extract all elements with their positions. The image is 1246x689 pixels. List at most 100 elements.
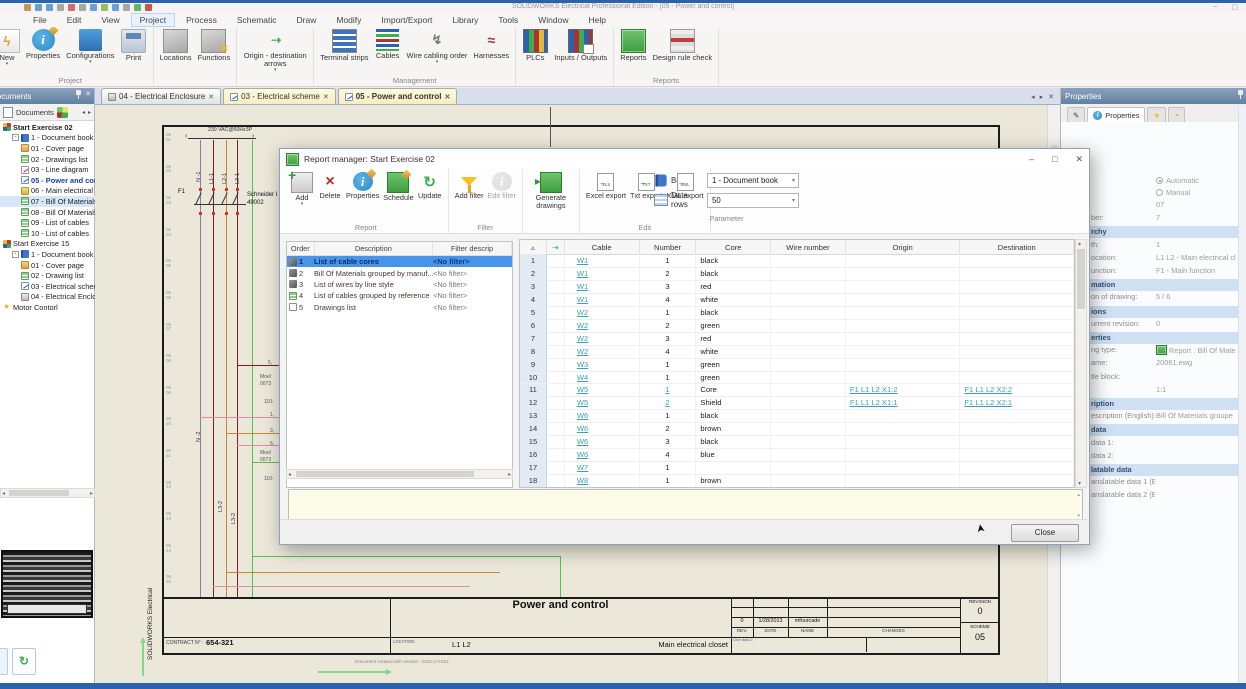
tree-item-04-electrical-enclosure[interactable]: 04 - Electrical Enclosure (0, 292, 95, 303)
qat-icon-6[interactable] (90, 4, 97, 11)
table-row-11[interactable]: 11W51CoreF1 L1 L2 X1:2F1 L1 L2 X2:2 (520, 384, 1074, 398)
expander-icon[interactable]: - (12, 251, 19, 258)
report-list-col-filter-descrip[interactable]: Filter descrip (433, 242, 512, 255)
ribbon-terminal-strips-button[interactable]: Terminal strips (317, 28, 371, 63)
qat-icon-8[interactable] (112, 4, 119, 11)
menu-window[interactable]: Window (529, 13, 577, 27)
tab-close-icon[interactable]: ✕ (323, 93, 329, 101)
menu-project[interactable]: Project (131, 13, 175, 27)
table-header-Cable[interactable]: Cable (565, 240, 640, 254)
table-link[interactable]: W1 (577, 256, 588, 265)
dialog-properties-button[interactable]: iProperties (344, 171, 381, 201)
qat-icon-2[interactable] (46, 4, 53, 11)
radio-manual[interactable]: Manual (1156, 188, 1190, 197)
tabs-close-icon[interactable]: ✕ (1048, 93, 1054, 101)
dialog-title-bar[interactable]: Report manager: Start Exercise 02 – □ ✕ (280, 149, 1089, 170)
drawing-preview-thumbnail[interactable] (1, 550, 93, 618)
ribbon-locations-button[interactable]: Locations (157, 28, 195, 63)
minimize-icon[interactable]: – (1213, 3, 1217, 11)
menu-modify[interactable]: Modify (327, 13, 370, 27)
menu-schematic[interactable]: Schematic (228, 13, 286, 27)
drawing-tab-2[interactable]: 03 - Electrical scheme✕ (223, 88, 336, 104)
table-header-⇥[interactable]: ⇥ (547, 240, 565, 254)
table-link[interactable]: W2 (577, 308, 588, 317)
table-link[interactable]: W6 (577, 437, 588, 446)
restore-icon[interactable]: ▢ (1231, 3, 1238, 11)
documents-tab[interactable]: Documents (16, 108, 54, 117)
refresh-button[interactable]: ↻ (12, 648, 36, 675)
dialog-excel-export-button[interactable]: XLSExcel export (584, 171, 628, 201)
close-button[interactable]: Close (1011, 524, 1079, 542)
ribbon-print-button[interactable]: Print (118, 28, 150, 63)
table-link[interactable]: W2 (577, 321, 588, 330)
tree-item-01-cover-page[interactable]: 01 - Cover page (0, 143, 95, 154)
tabs-scroll-right-icon[interactable]: ▸ (1040, 93, 1044, 101)
tree-item-02-drawings-list[interactable]: 02 - Drawings list (0, 154, 95, 165)
table-vertical-scrollbar[interactable]: ▴▾ (1075, 239, 1087, 488)
menu-help[interactable]: Help (580, 13, 615, 27)
pin-icon[interactable] (1238, 90, 1243, 99)
table-link[interactable]: F1 L1 L2 X1:1 (850, 398, 898, 407)
table-row-13[interactable]: 13W61black (520, 409, 1074, 423)
ribbon-inputs-outputs-button[interactable]: Inputs / Outputs (551, 28, 610, 63)
table-row-16[interactable]: 16W64blue (520, 448, 1074, 462)
table-row-8[interactable]: 8W24white (520, 345, 1074, 359)
qat-icon-11[interactable] (145, 4, 152, 11)
table-link[interactable]: W6 (577, 411, 588, 420)
table-link[interactable]: W8 (577, 476, 588, 485)
tree-item-1-document-book[interactable]: -1 - Document book (0, 249, 95, 260)
qat-icon-4[interactable] (68, 4, 75, 11)
table-link[interactable]: W6 (577, 424, 588, 433)
table-row-14[interactable]: 14W62brown (520, 422, 1074, 436)
dialog-close-icon[interactable]: ✕ (1075, 154, 1083, 165)
tab-history[interactable]: ◔ (1168, 107, 1185, 122)
tree-item-motor-contorl[interactable]: ★Motor Contorl (0, 302, 95, 313)
partial-button[interactable] (0, 648, 8, 675)
close-icon[interactable]: ✕ (85, 90, 91, 99)
ribbon-wire-cabling-order-button[interactable]: ↯Wire cabling order▾ (404, 28, 471, 65)
report-list-col-description[interactable]: Description (315, 242, 433, 255)
drawing-tab-1[interactable]: 04 - Electrical Enclosure✕ (101, 88, 221, 104)
tabs-scroll-left-icon[interactable]: ◂ (1031, 93, 1035, 101)
qat-icon-3[interactable] (57, 4, 64, 11)
table-row-15[interactable]: 15W63black (520, 435, 1074, 449)
table-header-Wire number[interactable]: Wire number (771, 240, 846, 254)
tree-item-03-electrical-scheme[interactable]: 03 - Electrical scheme (0, 281, 95, 292)
ribbon-harnesses-button[interactable]: ≈Harnesses (470, 28, 512, 61)
table-link[interactable]: F1 L1 L2 X1:2 (850, 385, 898, 394)
ribbon-cables-button[interactable]: Cables (372, 28, 404, 61)
dialog-maximize-icon[interactable]: □ (1052, 154, 1057, 164)
ribbon-origin-destination-arrows-button[interactable]: ⇢Origin - destination arrows▾ (240, 28, 310, 73)
tree-item-start-exercise-02[interactable]: Start Exercise 02 (0, 122, 95, 133)
table-row-6[interactable]: 6W22green (520, 319, 1074, 333)
qat-icon-7[interactable] (101, 4, 108, 11)
qat-icon-9[interactable] (123, 4, 130, 11)
tree-item-01-cover-page[interactable]: 01 - Cover page (0, 260, 95, 271)
menu-file[interactable]: File (24, 13, 56, 27)
tab-scroll-left-icon[interactable]: ◂ (82, 109, 85, 116)
properties-scrollbar[interactable] (1238, 105, 1246, 683)
tab-properties[interactable]: i Properties (1087, 107, 1145, 122)
table-link[interactable]: W3 (577, 360, 588, 369)
menu-process[interactable]: Process (177, 13, 226, 27)
report-list-hscrollbar[interactable]: ◂ ▸ (286, 469, 513, 479)
table-link[interactable]: F1 L1 L2 X2:2 (964, 385, 1012, 394)
tree-item-start-exercise-15[interactable]: Start Exercise 15 (0, 239, 95, 250)
dialog-delete-button[interactable]: ×Delete (316, 171, 344, 201)
tree-item-10-list-of-cables[interactable]: 10 - List of cables (0, 228, 95, 239)
table-link[interactable]: W4 (577, 373, 588, 382)
radio-automatic[interactable]: Automatic (1156, 176, 1199, 185)
menu-view[interactable]: View (92, 13, 128, 27)
dialog-minimize-icon[interactable]: – (1029, 154, 1034, 164)
dialog-add-filter-button[interactable]: Add filter (453, 171, 486, 201)
qat-icon-0[interactable] (24, 4, 31, 11)
table-header-Origin[interactable]: Origin (846, 240, 961, 254)
pin-icon[interactable] (76, 90, 81, 99)
table-link[interactable]: W5 (577, 385, 588, 394)
tab-edit[interactable]: ✎ (1067, 107, 1085, 122)
data-rows-select[interactable]: 50 (707, 193, 799, 208)
tree-item-1-document-book[interactable]: -1 - Document book (0, 133, 95, 144)
dialog-edit-filter-button[interactable]: iEdit filter (486, 171, 518, 201)
ribbon-new-button[interactable]: ϟNew▾ (0, 28, 23, 67)
tab-favorites[interactable]: ★ (1147, 107, 1166, 122)
